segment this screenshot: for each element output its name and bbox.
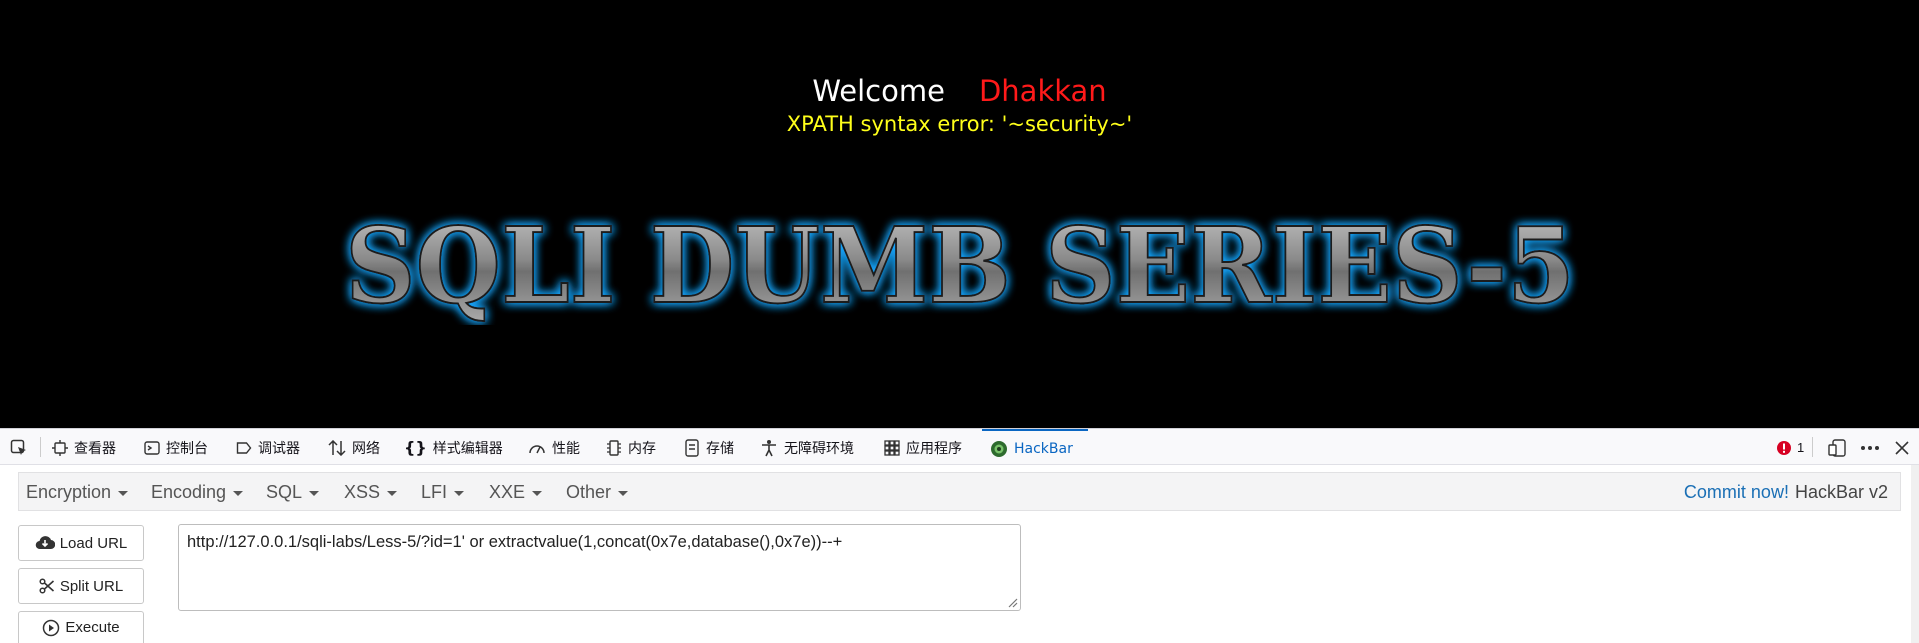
element-picker-button[interactable] <box>10 429 34 466</box>
menu-label: SQL <box>266 482 303 502</box>
tab-application[interactable]: 应用程序 <box>884 429 962 466</box>
menu-other[interactable]: Other <box>566 473 629 512</box>
menu-encoding[interactable]: Encoding <box>151 473 244 512</box>
tab-style-editor[interactable]: {} 样式编辑器 <box>404 429 503 466</box>
toolbar-divider <box>40 437 41 457</box>
tab-hackbar[interactable]: HackBar <box>982 429 1088 466</box>
dock-toggle-button[interactable] <box>1828 429 1846 466</box>
more-options-icon <box>1861 445 1879 450</box>
page-viewport: Welcome Dhakkan XPATH syntax error: '~sec… <box>0 0 1919 428</box>
tab-label: 查看器 <box>74 440 116 457</box>
commit-now-link[interactable]: Commit now! <box>1684 482 1789 503</box>
execute-button[interactable]: Execute <box>18 611 144 643</box>
close-icon <box>1895 440 1909 455</box>
menu-lfi[interactable]: LFI <box>421 473 465 512</box>
tab-accessibility[interactable]: 无障碍环境 <box>760 429 854 466</box>
menu-label: XSS <box>344 482 381 502</box>
application-icon <box>884 439 900 456</box>
chevron-down-icon <box>118 491 129 496</box>
menu-xss[interactable]: XSS <box>344 473 398 512</box>
menu-label: Encryption <box>26 482 112 502</box>
devtools-toolbar: 查看器 控制台 调试器 网络 {} 样式编辑器 性能 内存 存储 无障碍环境 应… <box>0 428 1919 465</box>
menu-label: XXE <box>489 482 526 502</box>
network-icon <box>328 439 346 456</box>
chevron-down-icon <box>309 491 320 496</box>
sqli-banner-image: SQLI DUMB SERIES-5 <box>344 205 1576 325</box>
more-options-button[interactable] <box>1860 429 1880 466</box>
console-icon <box>144 440 160 455</box>
tab-label: 网络 <box>352 440 380 457</box>
welcome-line: Welcome Dhakkan <box>0 74 1919 108</box>
hackbar-icon <box>991 440 1007 457</box>
close-devtools-button[interactable] <box>1895 429 1909 466</box>
tab-storage[interactable]: 存储 <box>684 429 734 466</box>
commit-link-area: Commit now! HackBar v2 <box>1684 473 1888 512</box>
banner-text: SQLI DUMB SERIES-5 <box>345 205 1575 325</box>
tab-memory[interactable]: 内存 <box>606 429 656 466</box>
chevron-down-icon <box>618 491 629 496</box>
split-url-button[interactable]: Split URL <box>18 568 144 604</box>
performance-icon <box>529 444 545 453</box>
dock-layout-icon <box>1828 438 1846 457</box>
tab-label: 应用程序 <box>906 440 962 457</box>
devtools-scrollbar[interactable] <box>1911 465 1919 643</box>
tab-label: 性能 <box>552 440 580 457</box>
tab-label: 样式编辑器 <box>432 440 503 457</box>
error-count-badge[interactable]: 1 <box>1776 429 1804 466</box>
inspector-icon <box>52 439 68 456</box>
welcome-label: Welcome <box>812 74 945 108</box>
tab-performance[interactable]: 性能 <box>528 429 580 466</box>
tab-debugger[interactable]: 调试器 <box>236 429 300 466</box>
play-icon <box>43 619 60 636</box>
style-editor-icon: {} <box>404 438 427 457</box>
load-url-button[interactable]: Load URL <box>18 525 144 561</box>
chevron-down-icon <box>233 491 244 496</box>
url-value: http://127.0.0.1/sqli-labs/Less-5/?id=1'… <box>187 533 843 551</box>
accessibility-icon <box>762 439 776 456</box>
error-icon <box>1777 440 1791 455</box>
tab-network[interactable]: 网络 <box>328 429 380 466</box>
menu-label: LFI <box>421 482 448 502</box>
welcome-username: Dhakkan <box>978 74 1107 108</box>
button-label: Load URL <box>59 534 128 552</box>
tab-console[interactable]: 控制台 <box>144 429 208 466</box>
xpath-error-message: XPATH syntax error: '~security~' <box>786 112 1133 136</box>
memory-icon <box>607 439 621 456</box>
hackbar-menu-bar: Encryption Encoding SQL XSS LFI XXE Othe… <box>18 472 1901 511</box>
menu-sql[interactable]: SQL <box>266 473 320 512</box>
tab-label: 存储 <box>706 440 734 457</box>
menu-encryption[interactable]: Encryption <box>26 473 129 512</box>
chevron-down-icon <box>387 491 398 496</box>
menu-label: Other <box>566 482 612 502</box>
tab-label: 无障碍环境 <box>784 440 854 457</box>
tab-label: 控制台 <box>166 440 208 457</box>
scissors-icon <box>39 578 54 594</box>
menu-xxe[interactable]: XXE <box>489 473 543 512</box>
resize-handle-icon[interactable] <box>1006 596 1018 608</box>
toolbar-divider <box>1812 437 1813 457</box>
error-count: 1 <box>1797 440 1805 455</box>
debugger-icon <box>236 441 252 454</box>
storage-icon <box>685 438 699 457</box>
tab-label: 调试器 <box>258 440 300 457</box>
hackbar-version: HackBar v2 <box>1794 482 1888 502</box>
button-label: Split URL <box>59 577 124 595</box>
chevron-down-icon <box>532 491 543 496</box>
tab-label: 内存 <box>628 440 656 457</box>
chevron-down-icon <box>454 491 465 496</box>
button-label: Execute <box>65 619 120 636</box>
url-textarea[interactable]: http://127.0.0.1/sqli-labs/Less-5/?id=1'… <box>178 524 1021 611</box>
tab-inspector[interactable]: 查看器 <box>52 429 116 466</box>
menu-label: Encoding <box>151 482 227 502</box>
element-picker-icon <box>10 439 26 455</box>
tab-label: HackBar <box>1014 440 1073 457</box>
cloud-download-icon <box>35 536 55 550</box>
